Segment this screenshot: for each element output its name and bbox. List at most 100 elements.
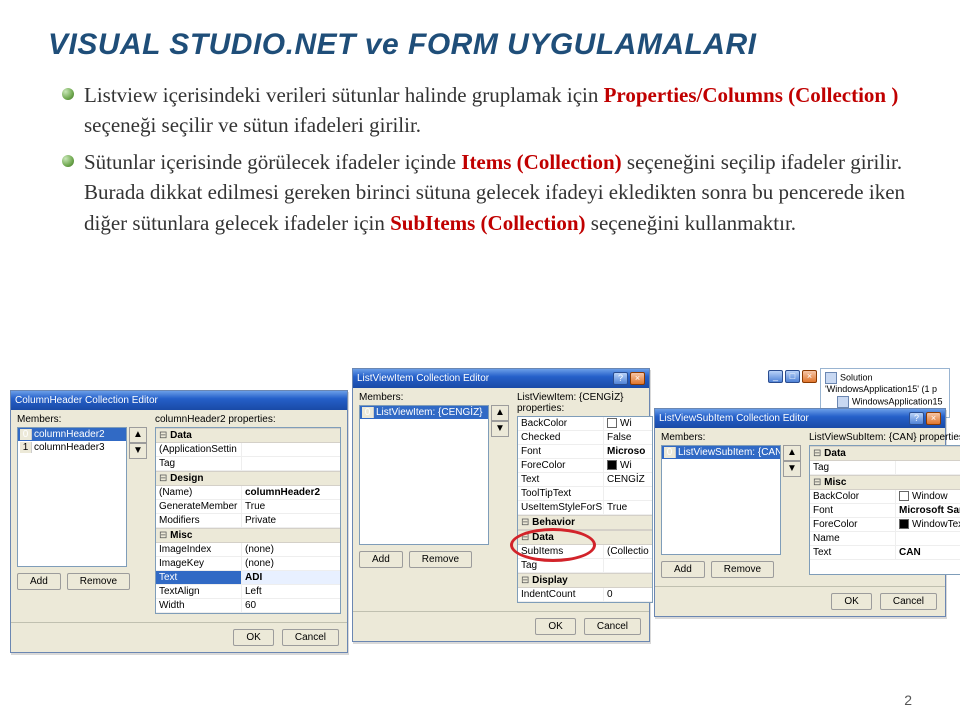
move-up-button[interactable]: ▲: [491, 405, 509, 421]
prop-row[interactable]: BackColorWi: [518, 417, 652, 431]
text: Listview içerisindeki verileri sütunlar …: [84, 83, 604, 107]
add-button[interactable]: Add: [359, 551, 403, 568]
page-title: VISUAL STUDIO.NET ve FORM UYGULAMALARI: [48, 28, 912, 62]
members-listbox[interactable]: 0columnHeader2 1columnHeader3: [17, 427, 127, 567]
members-label: Members:: [17, 414, 147, 425]
close-icon[interactable]: ×: [630, 372, 645, 385]
prop-row[interactable]: ToolTipText: [518, 487, 652, 501]
prop-row[interactable]: (ApplicationSettin: [156, 443, 340, 457]
remove-button[interactable]: Remove: [67, 573, 130, 590]
properties-label: columnHeader2 properties:: [155, 414, 341, 425]
titlebar[interactable]: ListViewItem Collection Editor ?×: [353, 369, 649, 388]
window-title: ListViewSubItem Collection Editor: [659, 413, 809, 424]
list-item[interactable]: 0ListViewSubItem: {CAN}: [662, 446, 780, 459]
help-icon[interactable]: ?: [909, 412, 924, 425]
add-button[interactable]: Add: [17, 573, 61, 590]
listviewitem-editor-window: ListViewItem Collection Editor ?× Member…: [352, 368, 650, 642]
category-data[interactable]: Data: [156, 428, 340, 443]
prop-row-text[interactable]: TextADI: [156, 571, 340, 585]
text: seçeneğini kullanmaktır.: [591, 211, 796, 235]
emphasis-properties-columns: Properties/Columns (Collection ): [604, 83, 899, 107]
category-misc[interactable]: Misc: [810, 475, 960, 490]
listviewsubitem-editor-window: ListViewSubItem Collection Editor ?× Mem…: [654, 408, 946, 617]
solution-node[interactable]: Solution 'WindowsApplication15' (1 p: [825, 372, 945, 396]
property-grid[interactable]: Appearance BackColorWi CheckedFalse Font…: [517, 416, 653, 603]
prop-row[interactable]: TextAlignLeft: [156, 585, 340, 599]
category-misc[interactable]: Misc: [156, 528, 340, 543]
screenshot-composite: _ □ × Solution 'WindowsApplication15' (1…: [10, 368, 950, 678]
prop-row[interactable]: Width60: [156, 599, 340, 613]
category-display[interactable]: Display: [518, 573, 652, 588]
category-behavior[interactable]: Behavior: [518, 515, 652, 530]
prop-row[interactable]: ImageKey(none): [156, 557, 340, 571]
bullet-2: Sütunlar içerisinde görülecek ifadeler i…: [58, 147, 912, 238]
members-label: Members:: [359, 392, 509, 403]
prop-row[interactable]: TextCENGİZ: [518, 473, 652, 487]
prop-row[interactable]: TextCAN: [810, 546, 960, 560]
prop-row[interactable]: Name: [810, 532, 960, 546]
move-down-button[interactable]: ▼: [491, 421, 509, 437]
page-number: 2: [904, 692, 912, 708]
emphasis-subitems-collection: SubItems (Collection): [390, 211, 585, 235]
prop-row[interactable]: FontMicroso: [518, 445, 652, 459]
members-listbox[interactable]: 0ListViewSubItem: {CAN}: [661, 445, 781, 555]
columnheader-editor-window: ColumnHeader Collection Editor Members: …: [10, 390, 348, 653]
property-grid[interactable]: Data (ApplicationSettin Tag Design (Name…: [155, 427, 341, 614]
prop-row[interactable]: FontMicrosoft Sans Serif,: [810, 504, 960, 518]
remove-button[interactable]: Remove: [409, 551, 472, 568]
text: Sütunlar içerisinde görülecek ifadeler i…: [84, 150, 461, 174]
maximize-icon[interactable]: □: [785, 370, 800, 383]
prop-row[interactable]: UseItemStyleForSTrue: [518, 501, 652, 515]
prop-row[interactable]: CheckedFalse: [518, 431, 652, 445]
properties-label: ListViewSubItem: {CAN} properties:: [809, 432, 960, 443]
ok-button[interactable]: OK: [233, 629, 273, 646]
list-item[interactable]: 1columnHeader3: [18, 441, 126, 454]
prop-row[interactable]: Tag: [518, 559, 652, 573]
close-icon[interactable]: ×: [926, 412, 941, 425]
category-data[interactable]: Data: [810, 446, 960, 461]
prop-row[interactable]: ForeColorWindowText: [810, 518, 960, 532]
add-button[interactable]: Add: [661, 561, 705, 578]
cancel-button[interactable]: Cancel: [880, 593, 937, 610]
prop-row[interactable]: BackColorWindow: [810, 490, 960, 504]
move-down-button[interactable]: ▼: [783, 461, 801, 477]
prop-row[interactable]: (Name)columnHeader2: [156, 486, 340, 500]
properties-label: ListViewItem: {CENGİZ} properties:: [517, 392, 653, 414]
close-icon[interactable]: ×: [802, 370, 817, 383]
list-item[interactable]: 0columnHeader2: [18, 428, 126, 441]
members-label: Members:: [661, 432, 801, 443]
help-icon[interactable]: ?: [613, 372, 628, 385]
property-grid[interactable]: Data Tag Misc BackColorWindow FontMicros…: [809, 445, 960, 575]
prop-row[interactable]: ForeColorWi: [518, 459, 652, 473]
text: seçeneği seçilir ve sütun ifadeleri giri…: [84, 113, 421, 137]
prop-row[interactable]: ModifiersPrivate: [156, 514, 340, 528]
cancel-button[interactable]: Cancel: [282, 629, 339, 646]
bullet-1: Listview içerisindeki verileri sütunlar …: [58, 80, 912, 141]
titlebar[interactable]: ColumnHeader Collection Editor: [11, 391, 347, 410]
category-design[interactable]: Design: [156, 471, 340, 486]
minimize-icon[interactable]: _: [768, 370, 783, 383]
prop-row[interactable]: IndentCount0: [518, 588, 652, 602]
move-down-button[interactable]: ▼: [129, 443, 147, 459]
vs-window-controls: _ □ ×: [768, 370, 817, 383]
category-data[interactable]: Data: [518, 530, 652, 545]
list-item[interactable]: 0ListViewItem: {CENGİZ}: [360, 406, 488, 419]
titlebar[interactable]: ListViewSubItem Collection Editor ?×: [655, 409, 945, 428]
members-listbox[interactable]: 0ListViewItem: {CENGİZ}: [359, 405, 489, 545]
move-up-button[interactable]: ▲: [129, 427, 147, 443]
prop-row[interactable]: GenerateMemberTrue: [156, 500, 340, 514]
ok-button[interactable]: OK: [831, 593, 871, 610]
move-up-button[interactable]: ▲: [783, 445, 801, 461]
ok-button[interactable]: OK: [535, 618, 575, 635]
remove-button[interactable]: Remove: [711, 561, 774, 578]
emphasis-items-collection: Items (Collection): [461, 150, 621, 174]
prop-row[interactable]: Tag: [810, 461, 960, 475]
window-title: ListViewItem Collection Editor: [357, 373, 489, 384]
cancel-button[interactable]: Cancel: [584, 618, 641, 635]
window-title: ColumnHeader Collection Editor: [15, 395, 158, 406]
project-node[interactable]: WindowsApplication15: [837, 396, 945, 408]
prop-row-subitems[interactable]: SubItems(Collectio: [518, 545, 652, 559]
bullet-list: Listview içerisindeki verileri sütunlar …: [48, 80, 912, 238]
prop-row[interactable]: ImageIndex(none): [156, 543, 340, 557]
prop-row[interactable]: Tag: [156, 457, 340, 471]
